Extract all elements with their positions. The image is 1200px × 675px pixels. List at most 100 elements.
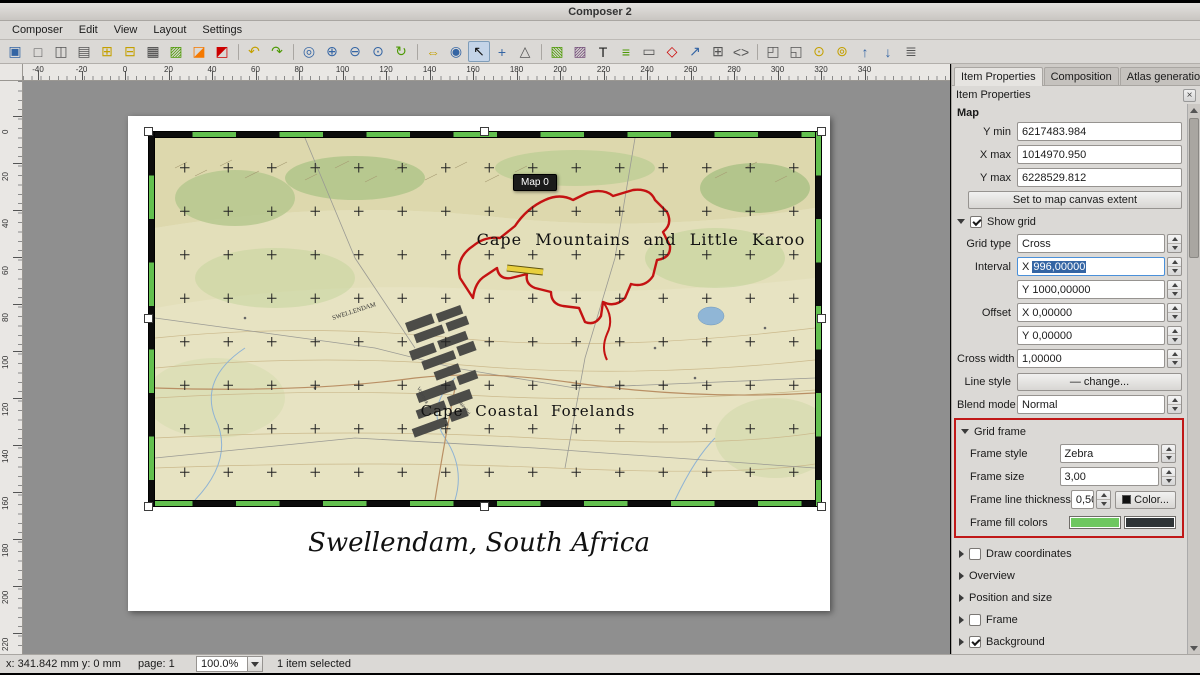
zoom-value[interactable]: 100.0% xyxy=(196,656,248,672)
add-html-icon[interactable]: <> xyxy=(730,41,752,62)
spinner-icon[interactable] xyxy=(1161,467,1176,486)
menu-item[interactable]: View xyxy=(106,21,146,40)
add-legend-icon[interactable]: ≡ xyxy=(615,41,637,62)
resize-handle[interactable] xyxy=(144,314,153,323)
duplicate-composition-icon[interactable]: ◫ xyxy=(50,41,72,62)
y-min-field[interactable]: 6217483.984 xyxy=(1017,122,1182,141)
add-image-icon[interactable]: ▨ xyxy=(569,41,591,62)
add-table-icon[interactable]: ⊞ xyxy=(707,41,729,62)
refresh-view-icon[interactable]: ↻ xyxy=(390,41,412,62)
frame-style-combo[interactable]: Zebra xyxy=(1060,444,1160,463)
collapse-arrow-icon[interactable] xyxy=(957,219,965,224)
lower-items-icon[interactable]: ↓ xyxy=(877,41,899,62)
combo-arrows-icon[interactable] xyxy=(1167,395,1182,414)
spinner-icon[interactable] xyxy=(1167,326,1182,345)
separator[interactable] xyxy=(417,44,418,60)
section-checkbox[interactable] xyxy=(969,614,981,626)
frame-size-field[interactable]: 3,00 xyxy=(1060,467,1160,486)
save-template-icon[interactable]: ⊟ xyxy=(119,41,141,62)
spinner-icon[interactable] xyxy=(1167,257,1182,276)
add-map-icon[interactable]: ▧ xyxy=(546,41,568,62)
section-frame[interactable]: Frame xyxy=(952,609,1187,630)
spinner-icon[interactable] xyxy=(1096,490,1111,509)
blend-mode-combo[interactable]: Normal xyxy=(1017,395,1165,414)
collapse-arrow-icon[interactable] xyxy=(961,429,969,434)
fill-color-2-swatch[interactable] xyxy=(1124,516,1176,529)
add-arrow-icon[interactable]: ↗ xyxy=(684,41,706,62)
show-grid-row[interactable]: Show grid xyxy=(952,211,1187,232)
panel-scrollbar[interactable] xyxy=(1187,104,1200,654)
unlock-items-icon[interactable]: ⊚ xyxy=(831,41,853,62)
spinner-icon[interactable] xyxy=(1167,303,1182,322)
resize-handle[interactable] xyxy=(144,502,153,511)
expand-arrow-icon[interactable] xyxy=(959,594,964,602)
composition-page[interactable]: SWELLENDAM Voortrek Main Rd Map 0 Cape M… xyxy=(128,116,830,611)
line-style-change-button[interactable]: — change... xyxy=(1017,373,1182,391)
spinner-icon[interactable] xyxy=(1167,349,1182,368)
load-template-icon[interactable]: ⊞ xyxy=(96,41,118,62)
section-overview[interactable]: Overview xyxy=(952,565,1187,586)
add-label-icon[interactable]: T xyxy=(592,41,614,62)
section-position-and-size[interactable]: Position and size xyxy=(952,587,1187,608)
separator[interactable] xyxy=(238,44,239,60)
new-composition-icon[interactable]: □ xyxy=(27,41,49,62)
pan-icon[interactable]: ⇔ xyxy=(422,41,444,62)
frame-thickness-field[interactable]: 0,50 xyxy=(1071,490,1094,509)
fill-color-1-swatch[interactable] xyxy=(1069,516,1121,529)
menu-item[interactable]: Edit xyxy=(71,21,106,40)
print-icon[interactable]: ▦ xyxy=(142,41,164,62)
export-image-icon[interactable]: ▨ xyxy=(165,41,187,62)
grid-frame-header[interactable]: Grid frame xyxy=(956,421,1182,442)
panel-tab[interactable]: Atlas generation xyxy=(1120,67,1200,85)
cross-width-field[interactable]: 1,00000 xyxy=(1017,349,1165,368)
ungroup-items-icon[interactable]: ◱ xyxy=(785,41,807,62)
menu-item[interactable]: Layout xyxy=(145,21,194,40)
panel-tab[interactable]: Composition xyxy=(1044,67,1119,85)
raise-items-icon[interactable]: ↑ xyxy=(854,41,876,62)
y-max-field[interactable]: 6228529.812 xyxy=(1017,168,1182,187)
section-background[interactable]: Background xyxy=(952,631,1187,652)
composer-canvas[interactable]: SWELLENDAM Voortrek Main Rd Map 0 Cape M… xyxy=(23,81,950,654)
resize-handle[interactable] xyxy=(817,502,826,511)
set-extent-button[interactable]: Set to map canvas extent xyxy=(968,191,1182,209)
spinner-icon[interactable] xyxy=(1167,280,1182,299)
zoom-out-icon[interactable]: ⊖ xyxy=(344,41,366,62)
zoom-actual-icon[interactable]: ⊙ xyxy=(367,41,389,62)
select-move-item-icon[interactable]: ↖ xyxy=(468,41,490,62)
expand-arrow-icon[interactable] xyxy=(959,572,964,580)
map-item[interactable]: SWELLENDAM Voortrek Main Rd Map 0 Cape M… xyxy=(148,131,822,507)
offset-x-field[interactable]: X 0,00000 xyxy=(1017,303,1165,322)
redo-icon[interactable]: ↷ xyxy=(266,41,288,62)
resize-handle[interactable] xyxy=(480,502,489,511)
scrollbar-thumb[interactable] xyxy=(1189,118,1199,258)
group-items-icon[interactable]: ◰ xyxy=(762,41,784,62)
edit-nodes-icon[interactable]: △ xyxy=(514,41,536,62)
panel-tab[interactable]: Item Properties xyxy=(954,67,1043,86)
window-titlebar[interactable]: Composer 2 xyxy=(0,3,1200,21)
separator[interactable] xyxy=(541,44,542,60)
export-svg-icon[interactable]: ◪ xyxy=(188,41,210,62)
section-checkbox[interactable] xyxy=(969,636,981,648)
show-grid-checkbox[interactable] xyxy=(970,216,982,228)
page-caption[interactable]: Swellendam, South Africa xyxy=(128,528,830,558)
expand-arrow-icon[interactable] xyxy=(959,616,964,624)
add-scalebar-icon[interactable]: ▭ xyxy=(638,41,660,62)
add-shape-icon[interactable]: ◇ xyxy=(661,41,683,62)
resize-handle[interactable] xyxy=(480,127,489,136)
interval-y-field[interactable]: Y 1000,00000 xyxy=(1017,280,1165,299)
undo-icon[interactable]: ↶ xyxy=(243,41,265,62)
panel-close-icon[interactable]: × xyxy=(1183,89,1196,102)
save-project-icon[interactable]: ▣ xyxy=(4,41,26,62)
lock-items-icon[interactable]: ⊙ xyxy=(808,41,830,62)
offset-y-field[interactable]: Y 0,00000 xyxy=(1017,326,1165,345)
menu-item[interactable]: Composer xyxy=(4,21,71,40)
resize-handle[interactable] xyxy=(817,127,826,136)
frame-color-button[interactable]: Color... xyxy=(1115,491,1176,509)
zoom-combo[interactable]: 100.0% xyxy=(196,656,263,672)
section-draw-coordinates[interactable]: Draw coordinates xyxy=(952,543,1187,564)
expand-arrow-icon[interactable] xyxy=(959,550,964,558)
combo-arrows-icon[interactable] xyxy=(1161,444,1176,463)
separator[interactable] xyxy=(757,44,758,60)
export-pdf-icon[interactable]: ◩ xyxy=(211,41,233,62)
zoom-full-icon[interactable]: ◎ xyxy=(298,41,320,62)
